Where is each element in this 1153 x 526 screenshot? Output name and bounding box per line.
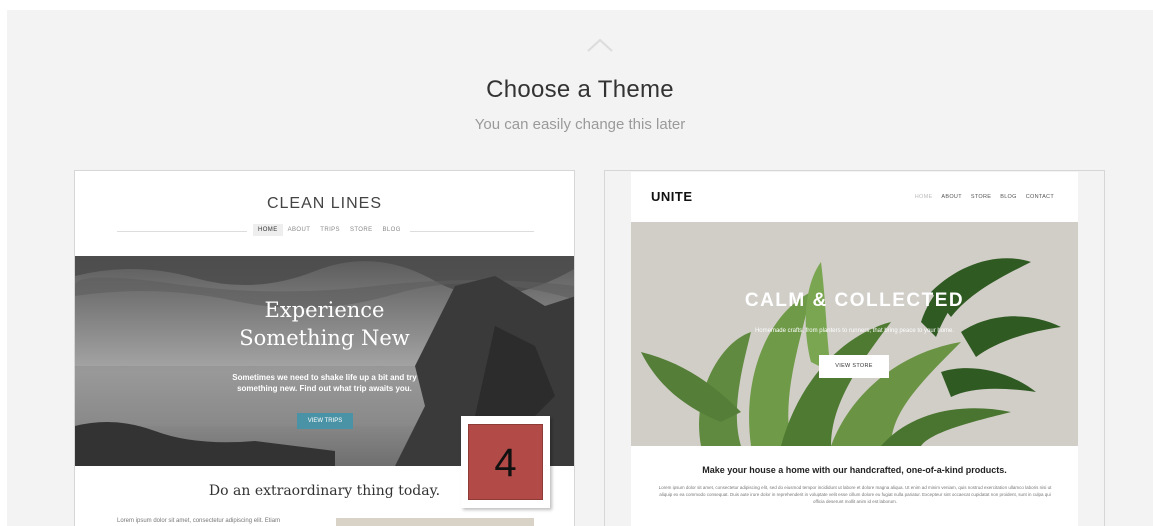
hero-title: CALM & COLLECTED xyxy=(744,290,965,311)
nav-item-blog: BLOG xyxy=(1000,194,1017,200)
theme-brand: CLEAN LINES xyxy=(266,195,383,212)
theme-body-text: Lorem ipsum dolor sit amet, consectetur … xyxy=(117,518,281,524)
hero-title-line: Something New xyxy=(239,326,410,350)
view-store-button: VIEW STORE xyxy=(819,355,889,378)
divider xyxy=(117,231,247,232)
nav-item-about: ABOUT xyxy=(941,194,962,200)
step-number: 4 xyxy=(468,424,543,500)
view-trips-button: VIEW TRIPS xyxy=(297,413,353,429)
theme-nav: HOME ABOUT STORE BLOG CONTACT xyxy=(915,194,1054,200)
hero-image: CALM & COLLECTED Homemade crafts, from p… xyxy=(631,222,1078,446)
page-subtitle: You can easily change this later xyxy=(474,116,686,133)
nav-item-home: HOME xyxy=(914,194,933,200)
step-badge: 4 xyxy=(461,416,550,508)
nav-item-store: STORE xyxy=(970,194,992,200)
hero-title-line: Experience xyxy=(264,298,385,322)
theme-brand: UNITE xyxy=(651,189,693,204)
page-title: Choose a Theme xyxy=(486,76,674,103)
nav-item-blog: BLOG xyxy=(382,227,401,233)
theme-tagline: Make your house a home with our handcraf… xyxy=(702,465,1007,475)
hero-text: Homemade crafts, from planters to runner… xyxy=(754,328,955,334)
hero-title: Experience Something New xyxy=(75,296,574,352)
nav-item-about: ABOUT xyxy=(287,227,311,233)
theme-preview: UNITE HOME ABOUT STORE BLOG CONTACT CALM… xyxy=(631,172,1078,526)
nav-item-contact: CONTACT xyxy=(1025,194,1054,200)
hero-text-line: something new. Find out what trip awaits… xyxy=(237,384,412,393)
chevron-up-icon[interactable] xyxy=(587,38,613,52)
nav-item-store: STORE xyxy=(349,227,373,233)
divider xyxy=(410,231,534,232)
hero-text-line: Sometimes we need to shake life up a bit… xyxy=(232,373,417,382)
theme-nav: HOME ABOUT TRIPS STORE BLOG xyxy=(253,224,406,236)
nav-item-trips: TRIPS xyxy=(320,227,340,233)
nav-item-home: HOME xyxy=(253,224,283,236)
theme-card-unite[interactable]: UNITE HOME ABOUT STORE BLOG CONTACT CALM… xyxy=(604,170,1105,526)
hero-text: Sometimes we need to shake life up a bit… xyxy=(75,372,574,394)
thumbnail-image xyxy=(336,518,534,526)
theme-body-text: Lorem ipsum dolor sit amet, consectetur … xyxy=(658,485,1052,504)
